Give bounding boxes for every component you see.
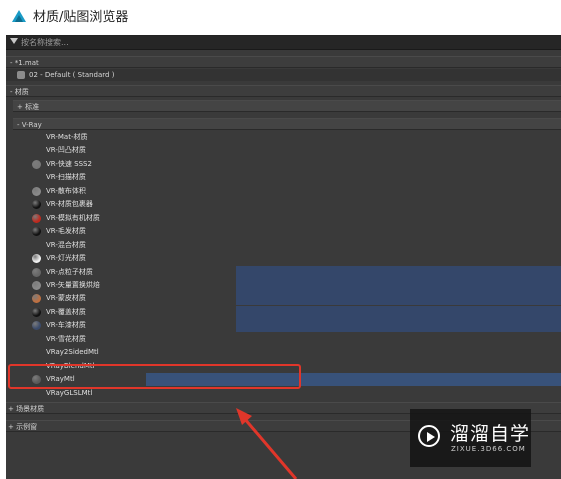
watermark-text: 溜溜自学 xyxy=(450,423,531,445)
play-logo-icon xyxy=(418,425,440,447)
watermark: 溜溜自学 ZIXUE.3D66.COM xyxy=(410,409,531,467)
watermark-url: ZIXUE.3D66.COM xyxy=(451,445,526,453)
annotation-arrow-icon xyxy=(236,408,298,479)
